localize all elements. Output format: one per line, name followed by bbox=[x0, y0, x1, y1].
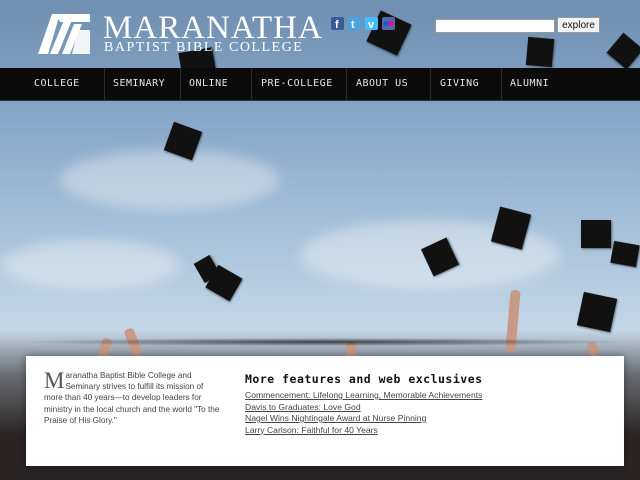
mission-dropcap: M bbox=[44, 368, 65, 393]
twitter-icon[interactable]: t bbox=[348, 17, 361, 31]
feature-link[interactable]: Larry Carlson: Faithful for 40 Years bbox=[245, 425, 378, 435]
feature-link[interactable]: Davis to Graduates: Love God bbox=[245, 402, 361, 412]
cloud bbox=[0, 240, 180, 290]
flickr-icon[interactable] bbox=[382, 17, 395, 30]
nav-divider bbox=[104, 68, 105, 100]
nav-item-seminary[interactable]: SEMINARY bbox=[113, 68, 165, 100]
graduation-cap-icon bbox=[576, 291, 618, 333]
nav-item-about-us[interactable]: ABOUT US bbox=[356, 68, 408, 100]
nav-item-alumni[interactable]: ALUMNI bbox=[510, 68, 549, 100]
nav-item-pre-college[interactable]: PRE-COLLEGE bbox=[261, 68, 333, 100]
main-nav: COLLEGE SEMINARY ONLINE PRE-COLLEGE ABOU… bbox=[0, 68, 640, 101]
nav-divider bbox=[346, 68, 347, 100]
nav-divider bbox=[501, 68, 502, 100]
cloud bbox=[60, 150, 280, 210]
feature-link[interactable]: Commencement: Lifelong Learning, Memorab… bbox=[245, 390, 482, 400]
vimeo-icon[interactable]: v bbox=[365, 17, 378, 31]
mission-text: aranatha Baptist Bible College and Semin… bbox=[44, 371, 220, 425]
svg-text:v: v bbox=[368, 19, 375, 30]
nav-divider bbox=[251, 68, 252, 100]
svg-text:f: f bbox=[335, 19, 339, 30]
mission-statement: Maranatha Baptist Bible College and Semi… bbox=[44, 368, 220, 426]
college-subtitle[interactable]: BAPTIST BIBLE COLLEGE bbox=[104, 40, 303, 56]
features-heading: More features and web exclusives bbox=[245, 372, 483, 386]
search-input[interactable] bbox=[435, 19, 555, 33]
feature-link[interactable]: Nagel Wins Nightingale Award at Nurse Pi… bbox=[245, 413, 426, 423]
college-logo-icon[interactable] bbox=[38, 14, 90, 54]
facebook-icon[interactable]: f bbox=[331, 17, 344, 31]
nav-item-giving[interactable]: GIVING bbox=[440, 68, 479, 100]
info-panel: Maranatha Baptist Bible College and Semi… bbox=[18, 338, 632, 466]
nav-divider bbox=[430, 68, 431, 100]
svg-text:t: t bbox=[351, 19, 355, 30]
explore-button[interactable]: explore bbox=[557, 17, 600, 33]
graduation-cap-icon bbox=[610, 240, 640, 268]
nav-item-online[interactable]: ONLINE bbox=[189, 68, 228, 100]
nav-divider bbox=[180, 68, 181, 100]
site-header: MARANATHA BAPTIST BIBLE COLLEGE f t v ex… bbox=[0, 0, 640, 68]
graduation-cap-icon bbox=[581, 220, 611, 248]
nav-item-college[interactable]: COLLEGE bbox=[34, 68, 80, 100]
